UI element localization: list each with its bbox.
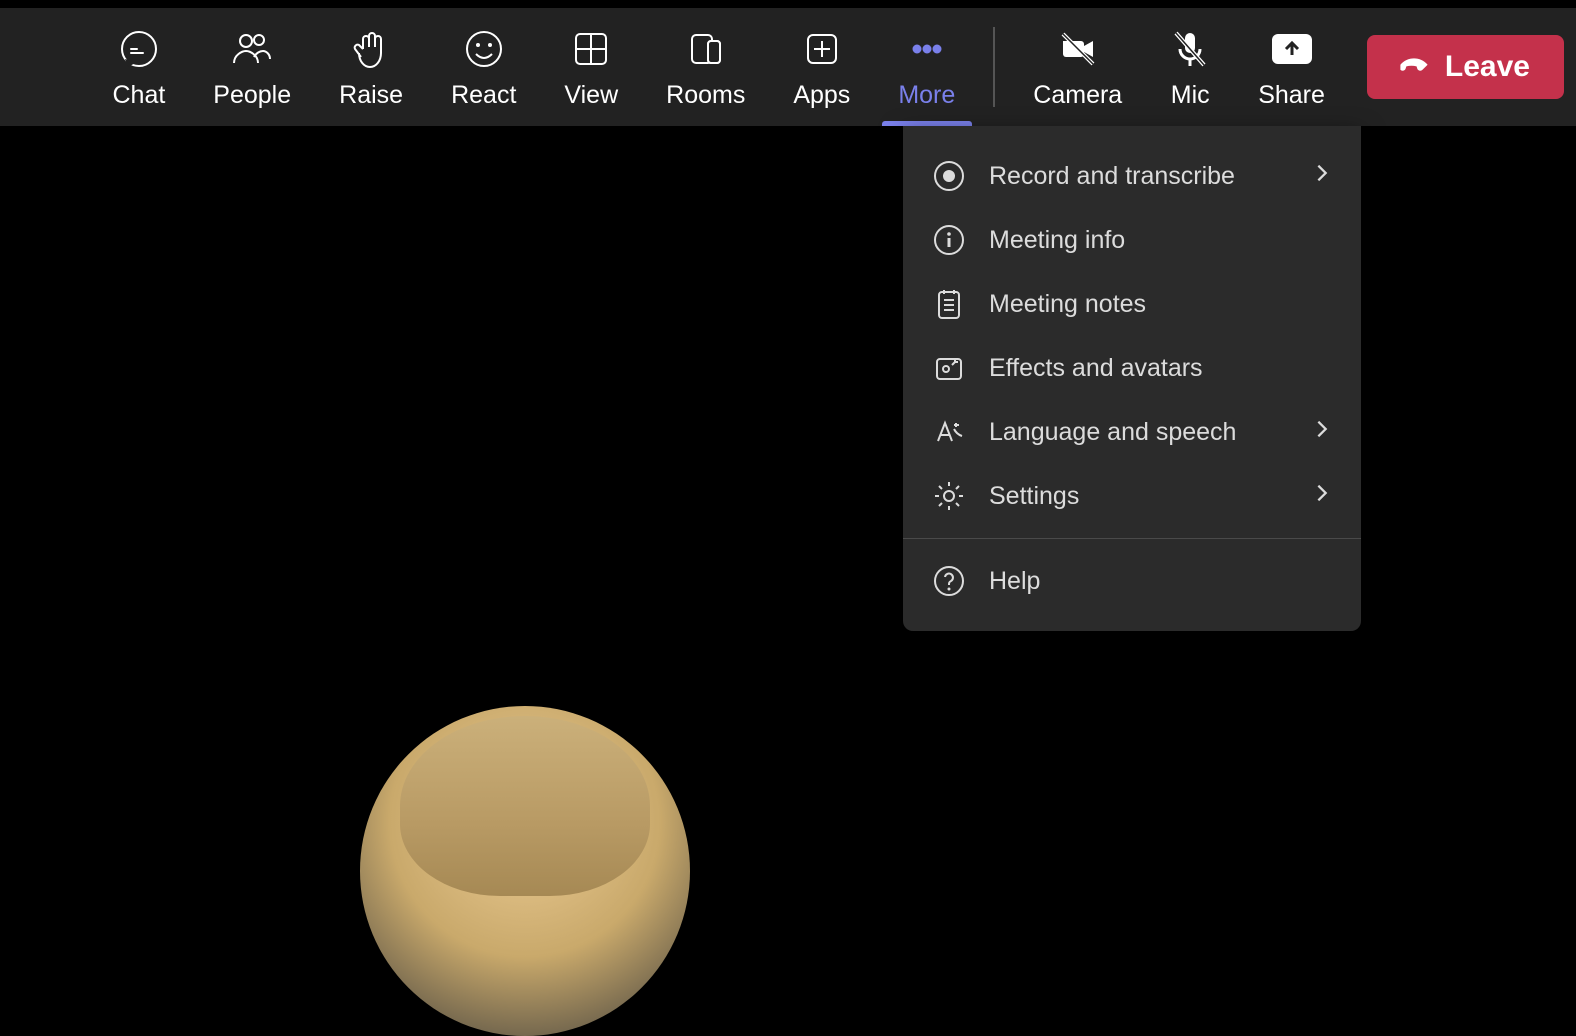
menu-record-label: Record and transcribe (989, 162, 1311, 191)
menu-help-label: Help (989, 567, 1333, 596)
menu-effects-label: Effects and avatars (989, 354, 1333, 383)
chat-label: Chat (112, 81, 165, 110)
raise-label: Raise (339, 81, 403, 110)
more-button[interactable]: More (874, 8, 979, 126)
people-button[interactable]: People (189, 8, 315, 126)
chat-button[interactable]: Chat (88, 8, 189, 126)
meeting-toolbar: Chat People Raise React View Rooms (0, 0, 1576, 126)
share-label: Share (1258, 81, 1325, 110)
settings-icon (931, 478, 967, 514)
menu-record-transcribe[interactable]: Record and transcribe (903, 144, 1361, 208)
hangup-icon (1397, 46, 1431, 88)
menu-separator (903, 538, 1361, 539)
rooms-icon (686, 25, 726, 73)
mic-off-icon (1170, 25, 1210, 73)
view-icon (571, 25, 611, 73)
raise-hand-icon (351, 25, 391, 73)
view-button[interactable]: View (540, 8, 642, 126)
apps-label: Apps (793, 81, 850, 110)
info-icon (931, 222, 967, 258)
share-icon (1272, 25, 1312, 73)
mic-button[interactable]: Mic (1146, 8, 1234, 126)
rooms-label: Rooms (666, 81, 745, 110)
people-label: People (213, 81, 291, 110)
leave-label: Leave (1445, 50, 1530, 84)
menu-settings-label: Settings (989, 482, 1311, 511)
mic-label: Mic (1171, 81, 1210, 110)
menu-meeting-notes[interactable]: Meeting notes (903, 272, 1361, 336)
chevron-right-icon (1311, 162, 1333, 191)
react-icon (464, 25, 504, 73)
share-button[interactable]: Share (1234, 8, 1349, 126)
menu-effects-avatars[interactable]: Effects and avatars (903, 336, 1361, 400)
help-icon (931, 563, 967, 599)
camera-button[interactable]: Camera (1009, 8, 1146, 126)
people-icon (232, 25, 272, 73)
menu-notes-label: Meeting notes (989, 290, 1333, 319)
menu-info-label: Meeting info (989, 226, 1333, 255)
react-button[interactable]: React (427, 8, 540, 126)
camera-off-icon (1058, 25, 1098, 73)
participant-avatar (360, 706, 690, 1036)
apps-icon (802, 25, 842, 73)
notes-icon (931, 286, 967, 322)
menu-meeting-info[interactable]: Meeting info (903, 208, 1361, 272)
menu-language-speech[interactable]: Language and speech (903, 400, 1361, 464)
chevron-right-icon (1311, 418, 1333, 447)
leave-button[interactable]: Leave (1367, 35, 1564, 99)
more-icon (907, 25, 947, 73)
raise-button[interactable]: Raise (315, 8, 427, 126)
toolbar-divider (993, 27, 995, 107)
more-menu: Record and transcribe Meeting info Meeti… (903, 126, 1361, 631)
rooms-button[interactable]: Rooms (642, 8, 769, 126)
chat-icon (119, 25, 159, 73)
react-label: React (451, 81, 516, 110)
menu-help[interactable]: Help (903, 549, 1361, 613)
chevron-right-icon (1311, 482, 1333, 511)
view-label: View (564, 81, 618, 110)
more-label: More (898, 81, 955, 110)
menu-language-label: Language and speech (989, 418, 1311, 447)
record-icon (931, 158, 967, 194)
camera-label: Camera (1033, 81, 1122, 110)
apps-button[interactable]: Apps (769, 8, 874, 126)
menu-settings[interactable]: Settings (903, 464, 1361, 528)
language-icon (931, 414, 967, 450)
effects-icon (931, 350, 967, 386)
